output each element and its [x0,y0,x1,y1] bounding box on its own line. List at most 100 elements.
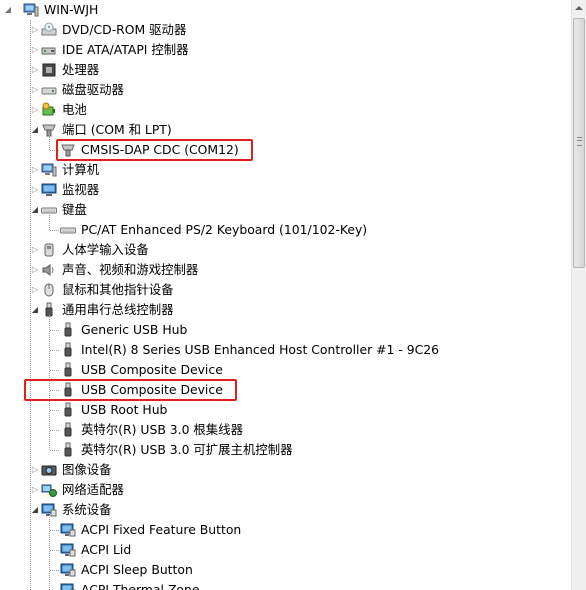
computer-icon [41,162,57,178]
tree-device[interactable]: 英特尔(R) USB 3.0 根集线器 [0,420,571,440]
tree-category[interactable]: ◢ 端口 (COM 和 LPT) [0,120,571,140]
tree-device[interactable]: Intel(R) 8 Series USB Enhanced Host Cont… [0,340,571,360]
battery-icon [41,102,57,118]
system-device-icon [60,582,76,590]
tree-device-label: PC/AT Enhanced PS/2 Keyboard (101/102-Ke… [81,222,368,237]
expand-arrow-icon[interactable]: ▷ [31,246,39,254]
monitor-icon [41,182,57,198]
tree-device[interactable]: Generic USB Hub [0,320,571,340]
tree-category[interactable]: ▷ DVD/CD-ROM 驱动器 [0,20,571,40]
tree-device-label: Intel(R) 8 Series USB Enhanced Host Cont… [81,342,440,357]
disk-drive-icon [41,82,57,98]
usb-icon [60,342,76,358]
scroll-up-button[interactable] [572,0,586,17]
tree-device-label: ACPI Thermal Zone [81,582,200,590]
tree-device[interactable]: ACPI Sleep Button [0,560,571,580]
expand-arrow-icon[interactable]: ▷ [31,186,39,194]
tree-category[interactable]: ◢ 键盘 [0,200,571,220]
expand-arrow-icon[interactable]: ▷ [31,26,39,34]
tree-category[interactable]: ▷ 计算机 [0,160,571,180]
tree-device-label: ACPI Sleep Button [81,562,193,577]
expand-arrow-icon[interactable]: ▷ [31,486,39,494]
expand-arrow-icon[interactable]: ▷ [31,106,39,114]
scroll-thumb[interactable] [573,18,585,268]
collapse-arrow-icon[interactable]: ◢ [31,306,39,314]
tree-category-label: 计算机 [62,162,100,177]
tree-device-label: 英特尔(R) USB 3.0 可扩展主机控制器 [81,442,293,457]
vertical-scrollbar[interactable] [571,0,586,590]
tree-category-label: 鼠标和其他指针设备 [62,282,174,297]
collapse-arrow-icon[interactable]: ◢ [31,506,39,514]
collapse-arrow-icon[interactable]: ◢ [31,126,39,134]
collapse-arrow-icon[interactable]: ◢ [31,206,39,214]
speaker-icon [41,262,57,278]
tree-root-label: WIN-WJH [44,2,99,17]
tree-guide-line [50,530,59,531]
tree-device[interactable]: ACPI Lid [0,540,571,560]
network-adapter-icon [41,482,57,498]
expand-arrow-icon[interactable]: ▷ [31,266,39,274]
computer-icon [23,2,39,18]
expand-arrow-icon[interactable]: ▷ [31,66,39,74]
tree-category[interactable]: ◢ 通用串行总线控制器 [0,300,571,320]
expand-arrow-icon[interactable]: ▷ [31,46,39,54]
usb-icon [60,322,76,338]
collapse-arrow-icon[interactable]: ◢ [4,6,12,14]
tree-category-label: 处理器 [62,62,100,77]
tree-category-label: 图像设备 [62,462,112,477]
tree-device[interactable]: PC/AT Enhanced PS/2 Keyboard (101/102-Ke… [0,220,571,240]
tree-category[interactable]: ▷ 磁盘驱动器 [0,80,571,100]
tree-category[interactable]: ▷ 鼠标和其他指针设备 [0,280,571,300]
thumb-grip-icon [577,137,582,146]
tree-guide-line [50,330,59,331]
tree-category-label: DVD/CD-ROM 驱动器 [62,22,187,37]
tree-category[interactable]: ▷ 监视器 [0,180,571,200]
tree-category-label: 端口 (COM 和 LPT) [62,122,172,137]
tree-category-label: 通用串行总线控制器 [62,302,174,317]
device-tree[interactable]: ◢ WIN-WJH ▷ DVD/CD-ROM 驱动器 ▷ IDE ATA/ATAPI … [0,0,571,590]
tree-device-label: ACPI Fixed Feature Button [81,522,242,537]
tree-category-label: 系统设备 [62,502,112,517]
tree-category[interactable]: ▷ 电池 [0,100,571,120]
tree-device[interactable]: USB Root Hub [0,400,571,420]
dvd-drive-icon [41,22,57,38]
arrow-up-icon [575,6,583,10]
tree-device-label: ACPI Lid [81,542,132,557]
tree-category-label: 网络适配器 [62,482,124,497]
tree-device[interactable]: 英特尔(R) USB 3.0 可扩展主机控制器 [0,440,571,460]
tree-guide-line [50,450,59,451]
tree-category[interactable]: ▷ 处理器 [0,60,571,80]
tree-device[interactable]: ACPI Thermal Zone [0,580,571,590]
tree-category[interactable]: ▷ 图像设备 [0,460,571,480]
tree-guide-line [50,230,59,231]
tree-guide-line [50,570,59,571]
tree-device-label: Generic USB Hub [81,322,188,337]
expand-arrow-icon[interactable]: ▷ [31,466,39,474]
tree-guide-line [50,410,59,411]
tree-category[interactable]: ▷ 网络适配器 [0,480,571,500]
tree-guide-line [50,370,59,371]
hid-icon [41,242,57,258]
tree-device[interactable]: ACPI Fixed Feature Button [0,520,571,540]
tree-category-label: 声音、视频和游戏控制器 [62,262,199,277]
tree-category[interactable]: ▷ IDE ATA/ATAPI 控制器 [0,40,571,60]
keyboard-icon [60,222,76,238]
tree-category[interactable]: ▷ 人体学输入设备 [0,240,571,260]
tree-guide-line [50,550,59,551]
expand-arrow-icon[interactable]: ▷ [31,286,39,294]
tree-category-label: 键盘 [62,202,87,217]
usb-icon [60,442,76,458]
usb-icon [60,362,76,378]
tree-category[interactable]: ◢ 系统设备 [0,500,571,520]
expand-arrow-icon[interactable]: ▷ [31,86,39,94]
tree-category-label: 人体学输入设备 [62,242,149,257]
tree-guide-line [50,430,59,431]
expand-arrow-icon[interactable]: ▷ [31,166,39,174]
tree-category[interactable]: ▷ 声音、视频和游戏控制器 [0,260,571,280]
system-device-icon [60,562,76,578]
tree-device-label: 英特尔(R) USB 3.0 根集线器 [81,422,243,437]
tree-root[interactable]: ◢ WIN-WJH [0,0,571,20]
usb-icon [60,402,76,418]
tree-device[interactable]: USB Composite Device [0,360,571,380]
highlight-box [24,379,237,401]
